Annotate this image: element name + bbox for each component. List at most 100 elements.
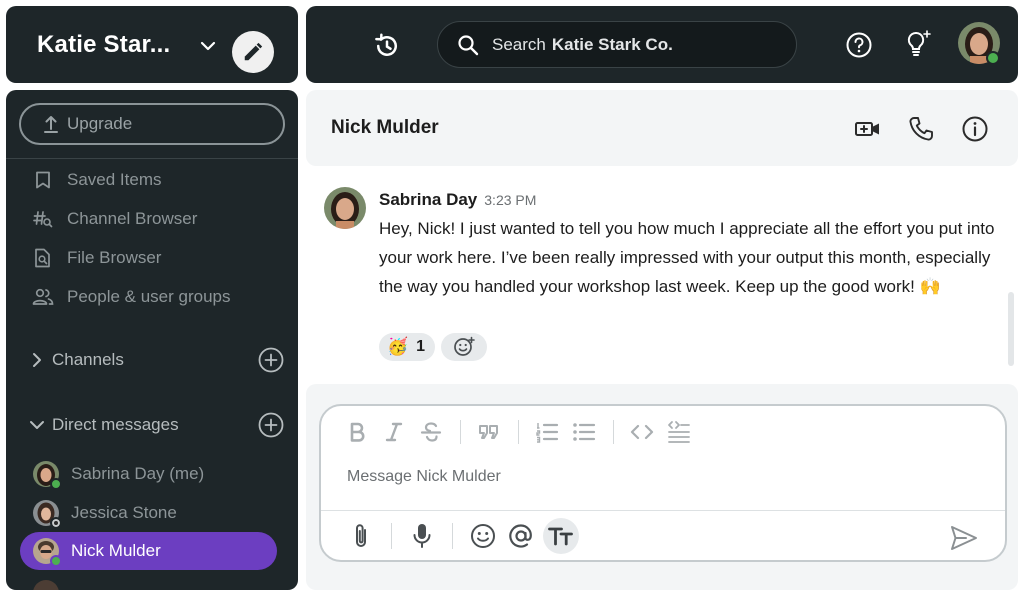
chevron-right-icon (33, 353, 41, 367)
sidebar-item-dm-sabrina-day[interactable]: Sabrina Day (me) (20, 455, 277, 493)
user-avatar[interactable] (958, 22, 1000, 65)
emoji-icon (471, 524, 495, 548)
sidebar-item-label: Saved Items (67, 170, 162, 189)
sidebar-divider (6, 158, 298, 159)
sidebar-item-people[interactable]: People & user groups (32, 283, 231, 311)
toolbar-divider (391, 523, 392, 549)
file-search-icon (35, 248, 50, 268)
channel-search-icon (33, 211, 53, 228)
message-author[interactable]: Sabrina Day (379, 190, 477, 210)
dm-name: Sabrina Day (me) (71, 464, 205, 483)
video-call-icon[interactable] (854, 115, 882, 143)
pencil-icon (244, 42, 263, 61)
compose-button[interactable] (232, 31, 274, 73)
toolbar-divider (518, 420, 519, 444)
mention-button[interactable] (505, 520, 537, 552)
composer-actions (345, 516, 579, 556)
sidebar-item-dm-nick-mulder[interactable]: Nick Mulder (20, 532, 277, 570)
chevron-down-icon[interactable] (198, 36, 218, 56)
voice-message-button[interactable] (406, 520, 438, 552)
toolbar-divider (460, 420, 461, 444)
online-status-dot (50, 478, 62, 490)
workspace-name[interactable]: Katie Star... (37, 31, 170, 59)
numbered-list-icon (536, 423, 559, 443)
microphone-icon (413, 524, 431, 548)
code-block-icon (668, 421, 690, 443)
composer-area (306, 384, 1018, 590)
direct-messages-label: Direct messages (52, 415, 179, 434)
text-size-icon (548, 527, 573, 546)
italic-icon (385, 422, 403, 442)
bulleted-list-icon (573, 423, 596, 441)
search-placeholder: Search Katie Stark Co. (492, 34, 673, 54)
dm-name: Jessica Stone (71, 503, 177, 522)
message-composer (319, 404, 1007, 562)
direct-messages-section-header[interactable]: Direct messages (28, 410, 284, 440)
sidebar-item-dm-partial[interactable] (20, 574, 277, 590)
reaction-count: 1 (416, 338, 426, 355)
message-scrollbar[interactable] (1008, 292, 1014, 366)
search-bar[interactable]: Search Katie Stark Co. (437, 21, 797, 68)
chat-title: Nick Mulder (331, 117, 439, 138)
history-icon[interactable] (372, 31, 402, 61)
message-header: Sabrina Day 3:23 PM (379, 190, 536, 210)
away-status-dot (50, 517, 62, 529)
add-direct-message-icon[interactable] (258, 412, 284, 438)
emoji-button[interactable] (467, 520, 499, 552)
italic-button[interactable] (380, 418, 408, 446)
sidebar-item-label: People & user groups (67, 287, 231, 306)
toolbar-divider (452, 523, 453, 549)
upload-arrow-icon (44, 116, 58, 133)
quote-icon (479, 425, 498, 439)
bookmark-icon (36, 171, 50, 189)
avatar (33, 538, 62, 567)
sidebar: Upgrade Saved Items Channel Browser File… (6, 90, 298, 590)
composer-divider (321, 510, 1005, 511)
channels-section-header[interactable]: Channels (28, 345, 284, 375)
app-window: Katie Star... Search Katie Stark Co. Upg… (0, 0, 1024, 596)
sidebar-item-saved-items[interactable]: Saved Items (32, 166, 162, 194)
code-button[interactable] (628, 418, 656, 446)
bulleted-list-button[interactable] (570, 418, 598, 446)
text-formatting-toggle[interactable] (543, 518, 579, 554)
sidebar-item-channel-browser[interactable]: Channel Browser (32, 205, 197, 233)
add-emoji-icon (454, 336, 475, 356)
chat-header: Nick Mulder (306, 90, 1018, 166)
message-input[interactable] (347, 468, 947, 486)
sidebar-item-label: File Browser (67, 248, 162, 267)
avatar (33, 461, 62, 490)
help-icon[interactable] (845, 31, 873, 59)
quote-button[interactable] (475, 418, 503, 446)
bold-button[interactable] (343, 418, 371, 446)
add-channel-icon[interactable] (258, 347, 284, 373)
avatar (33, 580, 59, 590)
reaction-chip[interactable]: 🥳 1 (379, 333, 436, 361)
lightbulb-icon[interactable] (902, 28, 934, 60)
online-status-dot (50, 555, 62, 567)
message-timestamp: 3:23 PM (484, 192, 537, 208)
phone-icon[interactable] (907, 115, 935, 143)
avatar (33, 500, 62, 529)
dm-name: Nick Mulder (71, 541, 161, 560)
sidebar-item-file-browser[interactable]: File Browser (32, 244, 161, 272)
send-icon[interactable] (949, 523, 979, 553)
reactions: 🥳 1 (379, 333, 488, 361)
attach-button[interactable] (345, 520, 377, 552)
upgrade-label: Upgrade (67, 114, 133, 133)
code-icon (630, 424, 654, 440)
code-block-button[interactable] (665, 418, 693, 446)
bold-icon (350, 422, 365, 442)
avatar[interactable] (324, 187, 366, 229)
upgrade-button[interactable]: Upgrade (19, 103, 285, 145)
info-icon[interactable] (961, 115, 989, 143)
sidebar-item-label: Channel Browser (67, 209, 198, 228)
toolbar-divider (613, 420, 614, 444)
at-sign-icon (509, 524, 532, 548)
avatar-image (958, 22, 1000, 65)
strikethrough-icon (420, 422, 442, 442)
add-reaction-button[interactable] (441, 333, 488, 361)
workspace-header: Katie Star... (6, 6, 298, 83)
numbered-list-button[interactable] (533, 418, 561, 446)
strikethrough-button[interactable] (417, 418, 445, 446)
sidebar-item-dm-jessica-stone[interactable]: Jessica Stone (20, 494, 277, 532)
